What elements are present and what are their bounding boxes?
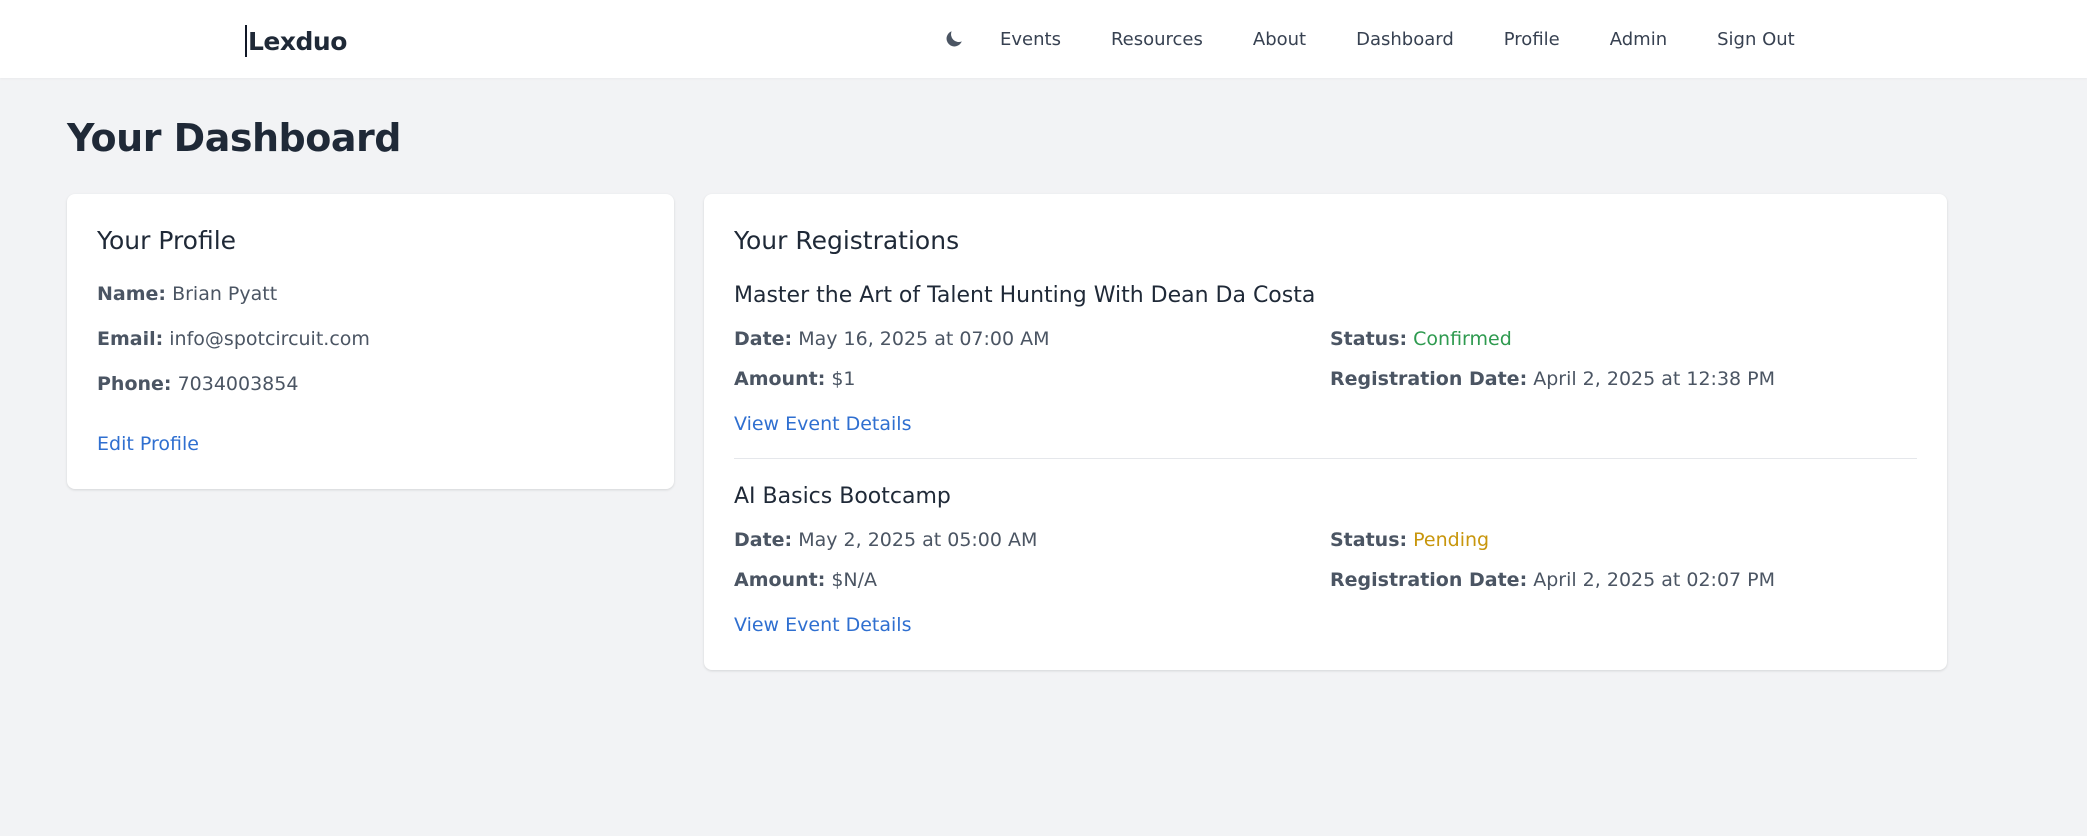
status-badge: Pending bbox=[1413, 529, 1490, 551]
profile-phone-value: 7034003854 bbox=[177, 373, 299, 395]
registration-regdate-label: Registration Date: bbox=[1330, 368, 1528, 390]
registration-event-title: AI Basics Bootcamp bbox=[734, 484, 951, 509]
profile-email-value: info@spotcircuit.com bbox=[169, 328, 370, 350]
registration-date-value: May 16, 2025 at 07:00 AM bbox=[798, 328, 1050, 350]
registration-date-label: Date: bbox=[734, 328, 793, 350]
profile-phone-label: Phone: bbox=[97, 373, 172, 395]
top-navbar: Lexduo Events Resources About Dashboard … bbox=[0, 0, 2087, 78]
registration-amount-label: Amount: bbox=[734, 569, 826, 591]
registration-date-label: Date: bbox=[734, 529, 793, 551]
main-nav: Events Resources About Dashboard Profile… bbox=[940, 0, 1795, 78]
registration-regdate-row: Registration Date: April 2, 2025 at 12:3… bbox=[1330, 368, 1775, 390]
registration-status-row: Status: Confirmed bbox=[1330, 328, 1512, 350]
text-cursor bbox=[245, 25, 247, 57]
registration-regdate-value: April 2, 2025 at 12:38 PM bbox=[1533, 368, 1776, 390]
registration-date-row: Date: May 16, 2025 at 07:00 AM bbox=[734, 328, 1050, 350]
registration-status-label: Status: bbox=[1330, 529, 1408, 551]
profile-name-label: Name: bbox=[97, 283, 167, 305]
registration-item: AI Basics Bootcamp Date: May 2, 2025 at … bbox=[734, 484, 1917, 644]
edit-profile-link[interactable]: Edit Profile bbox=[97, 433, 199, 455]
registration-divider bbox=[734, 458, 1917, 459]
registration-regdate-label: Registration Date: bbox=[1330, 569, 1528, 591]
brand-name: Lexduo bbox=[248, 26, 347, 56]
registration-amount-value: $N/A bbox=[831, 569, 878, 591]
registration-item: Master the Art of Talent Hunting With De… bbox=[734, 283, 1917, 443]
profile-card-title: Your Profile bbox=[97, 226, 237, 255]
page-title: Your Dashboard bbox=[67, 116, 401, 160]
profile-name-row: Name: Brian Pyatt bbox=[97, 283, 277, 305]
view-event-details-link[interactable]: View Event Details bbox=[734, 614, 911, 636]
registration-date-row: Date: May 2, 2025 at 05:00 AM bbox=[734, 529, 1037, 551]
status-badge: Confirmed bbox=[1413, 328, 1512, 350]
profile-name-value: Brian Pyatt bbox=[172, 283, 278, 305]
registration-amount-label: Amount: bbox=[734, 368, 826, 390]
profile-email-label: Email: bbox=[97, 328, 164, 350]
registration-regdate-value: April 2, 2025 at 02:07 PM bbox=[1533, 569, 1776, 591]
nav-link-about[interactable]: About bbox=[1253, 29, 1306, 50]
profile-card: Your Profile Name: Brian Pyatt Email: in… bbox=[67, 194, 674, 489]
nav-link-resources[interactable]: Resources bbox=[1111, 29, 1203, 50]
registration-status-row: Status: Pending bbox=[1330, 529, 1489, 551]
registration-amount-row: Amount: $1 bbox=[734, 368, 856, 390]
nav-link-admin[interactable]: Admin bbox=[1610, 29, 1667, 50]
nav-link-sign-out[interactable]: Sign Out bbox=[1717, 29, 1795, 50]
nav-link-dashboard[interactable]: Dashboard bbox=[1356, 29, 1454, 50]
registrations-card: Your Registrations Master the Art of Tal… bbox=[704, 194, 1947, 670]
view-event-details-link[interactable]: View Event Details bbox=[734, 413, 911, 435]
nav-link-profile[interactable]: Profile bbox=[1504, 29, 1560, 50]
registrations-card-title: Your Registrations bbox=[734, 226, 960, 255]
registration-amount-value: $1 bbox=[831, 368, 856, 390]
registration-status-label: Status: bbox=[1330, 328, 1408, 350]
registration-regdate-row: Registration Date: April 2, 2025 at 02:0… bbox=[1330, 569, 1775, 591]
registration-amount-row: Amount: $N/A bbox=[734, 569, 877, 591]
moon-icon[interactable] bbox=[940, 25, 968, 53]
registration-date-value: May 2, 2025 at 05:00 AM bbox=[798, 529, 1038, 551]
registration-event-title: Master the Art of Talent Hunting With De… bbox=[734, 283, 1316, 308]
profile-phone-row: Phone: 7034003854 bbox=[97, 373, 298, 395]
brand-logo[interactable]: Lexduo bbox=[245, 24, 347, 58]
profile-email-row: Email: info@spotcircuit.com bbox=[97, 328, 370, 350]
nav-link-events[interactable]: Events bbox=[1000, 29, 1061, 50]
